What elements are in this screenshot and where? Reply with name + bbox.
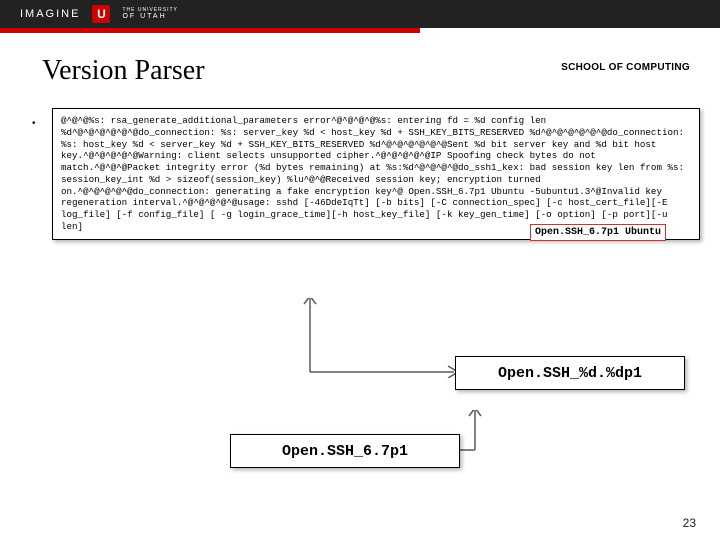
imagine-label: IMAGINE [20,8,80,20]
parsed-version-box: Open.SSH_6.7p1 [230,434,460,468]
school-label: SCHOOL OF COMPUTING [561,62,690,73]
page-number: 23 [683,516,696,530]
arrow-code-to-format-icon [300,298,480,378]
page-title: Version Parser [42,55,205,87]
red-accent-bar [0,28,420,33]
university-bot: OF UTAH [122,13,177,20]
version-highlight-chip: Open.SSH_6.7p1 Ubuntu [530,224,666,241]
university-name: THE UNIVERSITY OF UTAH [122,8,177,20]
strings-dump-box: @^@^@%s: rsa_generate_additional_paramet… [52,108,700,240]
format-string-box: Open.SSH_%d.%dp1 [455,356,685,390]
top-bar: IMAGINE U THE UNIVERSITY OF UTAH [0,0,720,28]
u-logo-icon: U [92,5,110,23]
bullet-marker: • [32,118,36,129]
